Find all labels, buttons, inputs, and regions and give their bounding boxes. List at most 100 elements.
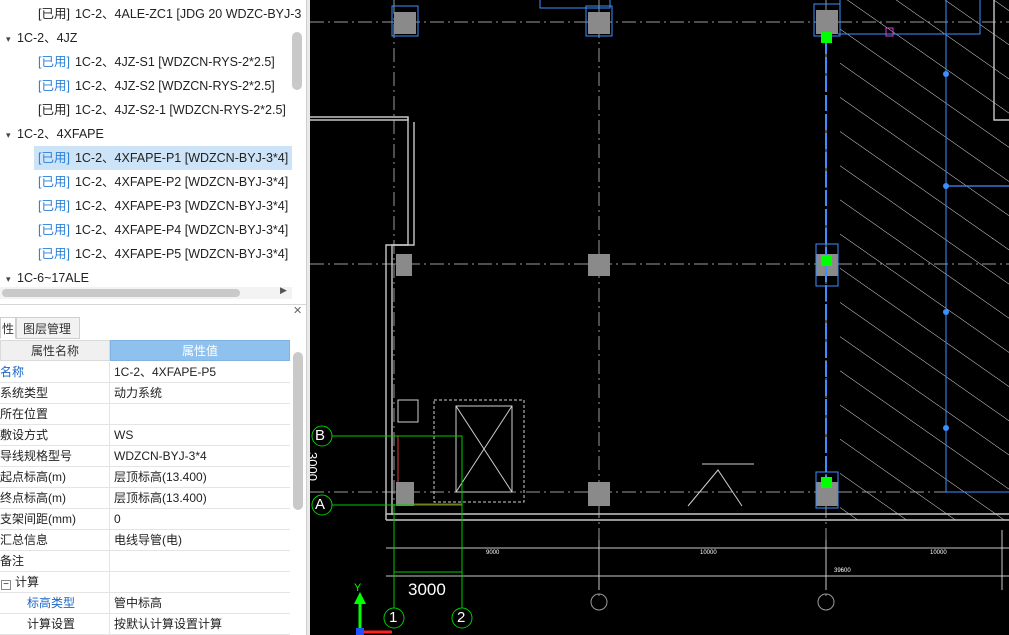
tab-properties[interactable]: 性 [0,317,16,339]
property-name-text: 计算 [15,575,40,589]
tree-horizontal-scrollbar[interactable] [2,289,240,297]
property-value[interactable]: 动力系统 [114,383,290,403]
property-value[interactable]: WS [114,425,290,445]
property-name: 终点标高(m) [0,488,110,508]
tree-group[interactable]: ▾ 1C-2、4XFAPE [6,122,104,146]
expand-arrow-icon[interactable]: ▾ [6,27,17,51]
axis-label-2: 2 [457,609,466,626]
axis-label-b: B [315,427,326,444]
property-row[interactable]: 导线规格型号 WDZCN-BYJ-3*4 [0,446,290,467]
leader-line [687,469,743,507]
tree-item-label: 1C-2、4XFAPE-P4 [WDZCN-BYJ-3*4] [74,223,289,237]
property-row[interactable]: 支架间距(mm) 0 [0,509,290,530]
close-icon[interactable]: ✕ [293,304,302,317]
tree-item[interactable]: [已用] 1C-2、4XFAPE-P3 [WDZCN-BYJ-3*4] [34,194,292,218]
tree-item-label: 1C-2、4JZ-S2 [WDZCN-RYS-2*2.5] [74,79,275,93]
property-name-text: 支架间距(mm) [0,512,76,526]
property-value[interactable]: 管中标高 [114,593,290,613]
property-name-text: 所在位置 [0,407,49,421]
tree-item[interactable]: [已用] 1C-2、4ALE-ZC1 [JDG 20 WDZC-BYJ-3 [34,2,305,26]
wire-tick-2 [943,183,949,189]
ucs-y-label: Y [354,582,362,594]
property-value[interactable]: 按默认计算设置计算 [114,614,290,634]
property-row[interactable]: − 计算 [0,572,290,593]
property-name: 汇总信息 [0,530,110,550]
axis-label-a: A [315,496,326,513]
property-row[interactable]: 名称 1C-2、4XFAPE-P5 [0,362,290,383]
header-property-name: 属性名称 [0,340,110,361]
used-tag: [已用] [38,199,70,213]
tree-item[interactable]: [已用] 1C-2、4JZ-S2-1 [WDZCN-RYS-2*2.5] [34,98,290,122]
property-row[interactable]: 计算设置 按默认计算设置计算 [0,614,290,635]
column-1 [394,12,416,34]
columns [394,10,838,506]
tree-item[interactable]: [已用] 1C-2、4XFAPE-P1 [WDZCN-BYJ-3*4] [34,146,293,170]
used-tag: [已用] [38,247,70,261]
tree-item[interactable]: [已用] 1C-2、4XFAPE-P4 [WDZCN-BYJ-3*4] [34,218,292,242]
property-name: 敷设方式 [0,425,110,445]
property-row[interactable]: 汇总信息 电线导管(电) [0,530,290,551]
tree-item-label: 1C-2、4XFAPE-P2 [WDZCN-BYJ-3*4] [74,175,289,189]
tree-group-label: 1C-6~17ALE [17,271,89,285]
tree-item-label: 1C-2、4XFAPE-P5 [WDZCN-BYJ-3*4] [74,247,289,261]
circuit-tree-panel: [已用] 1C-2、4ALE-ZC1 [JDG 20 WDZC-BYJ-3 ▾ 1C-… [0,0,306,300]
property-value[interactable]: 层顶标高(13.400) [114,488,290,508]
dimension-10000-b: 10000 [930,550,947,556]
column-5 [588,254,610,276]
wall-top-left [310,116,409,121]
property-name-text: 终点标高(m) [0,491,66,505]
property-name: − 计算 [0,572,110,592]
scroll-right-arrow-icon[interactable]: ▶ [280,285,287,296]
tree-item[interactable]: [已用] 1C-2、4JZ-S2 [WDZCN-RYS-2*2.5] [34,74,279,98]
column-2 [588,12,610,34]
grid-bubble-2 [817,593,835,611]
property-row[interactable]: 备注 [0,551,290,572]
dimension-10000-a: 10000 [700,550,717,556]
wire-tick-4 [943,425,949,431]
dimension-9000: 9000 [486,550,500,556]
dimension-lines [386,530,1009,590]
tree-vertical-scrollbar[interactable] [292,32,302,90]
property-name: 计算设置 [0,614,110,634]
hatched-area [840,0,1009,520]
dimension-3000: 3000 [408,580,446,599]
property-value[interactable] [114,551,290,571]
column-4 [396,254,412,276]
wall-left-outer [385,117,409,520]
property-value[interactable] [114,572,290,592]
property-value[interactable]: 0 [114,509,290,529]
property-name-text: 计算设置 [27,617,76,631]
property-row[interactable]: 起点标高(m) 层顶标高(13.400) [0,467,290,488]
cad-drawing-viewport[interactable]: B A 1 2 3000 3000 9000 10000 10000 39600… [310,0,1009,635]
used-tag: [已用] [38,103,70,117]
tree-group[interactable]: ▾ 1C-2、4JZ [6,26,77,50]
property-row[interactable]: 所在位置 [0,404,290,425]
expand-arrow-icon[interactable]: ▾ [6,123,17,147]
tab-layer-management[interactable]: 图层管理 [16,317,80,339]
dimension-3000-vertical: 3000 [310,452,320,481]
tree-item[interactable]: [已用] 1C-2、4XFAPE-P2 [WDZCN-BYJ-3*4] [34,170,292,194]
tree-item[interactable]: [已用] 1C-2、4XFAPE-P5 [WDZCN-BYJ-3*4] [34,242,292,266]
axis-label-1: 1 [389,609,398,626]
property-value[interactable]: 1C-2、4XFAPE-P5 [114,362,290,382]
properties-table-header: 属性名称 属性值 [0,340,290,361]
property-row[interactable]: 终点标高(m) 层顶标高(13.400) [0,488,290,509]
collapse-icon[interactable]: − [1,580,11,590]
property-name: 名称 [0,362,110,382]
tree-group-label: 1C-2、4JZ [17,31,78,45]
tree-item-label: 1C-2、4ALE-ZC1 [JDG 20 WDZC-BYJ-3 [74,7,302,21]
property-value[interactable]: 层顶标高(13.400) [114,467,290,487]
used-tag: [已用] [38,151,70,165]
property-row[interactable]: 标高类型 管中标高 [0,593,290,614]
property-value[interactable]: WDZCN-BYJ-3*4 [114,446,290,466]
property-value[interactable]: 电线导管(电) [114,530,290,550]
tree-group-label: 1C-2、4XFAPE [17,127,104,141]
property-value[interactable] [114,404,290,424]
property-name-text: 系统类型 [0,386,49,400]
property-row[interactable]: 敷设方式 WS [0,425,290,446]
tree-item[interactable]: [已用] 1C-2、4JZ-S1 [WDZCN-RYS-2*2.5] [34,50,279,74]
properties-vertical-scrollbar[interactable] [293,352,303,510]
property-name-text: 标高类型 [27,596,76,610]
shaft-outer [433,399,525,503]
property-row[interactable]: 系统类型 动力系统 [0,383,290,404]
